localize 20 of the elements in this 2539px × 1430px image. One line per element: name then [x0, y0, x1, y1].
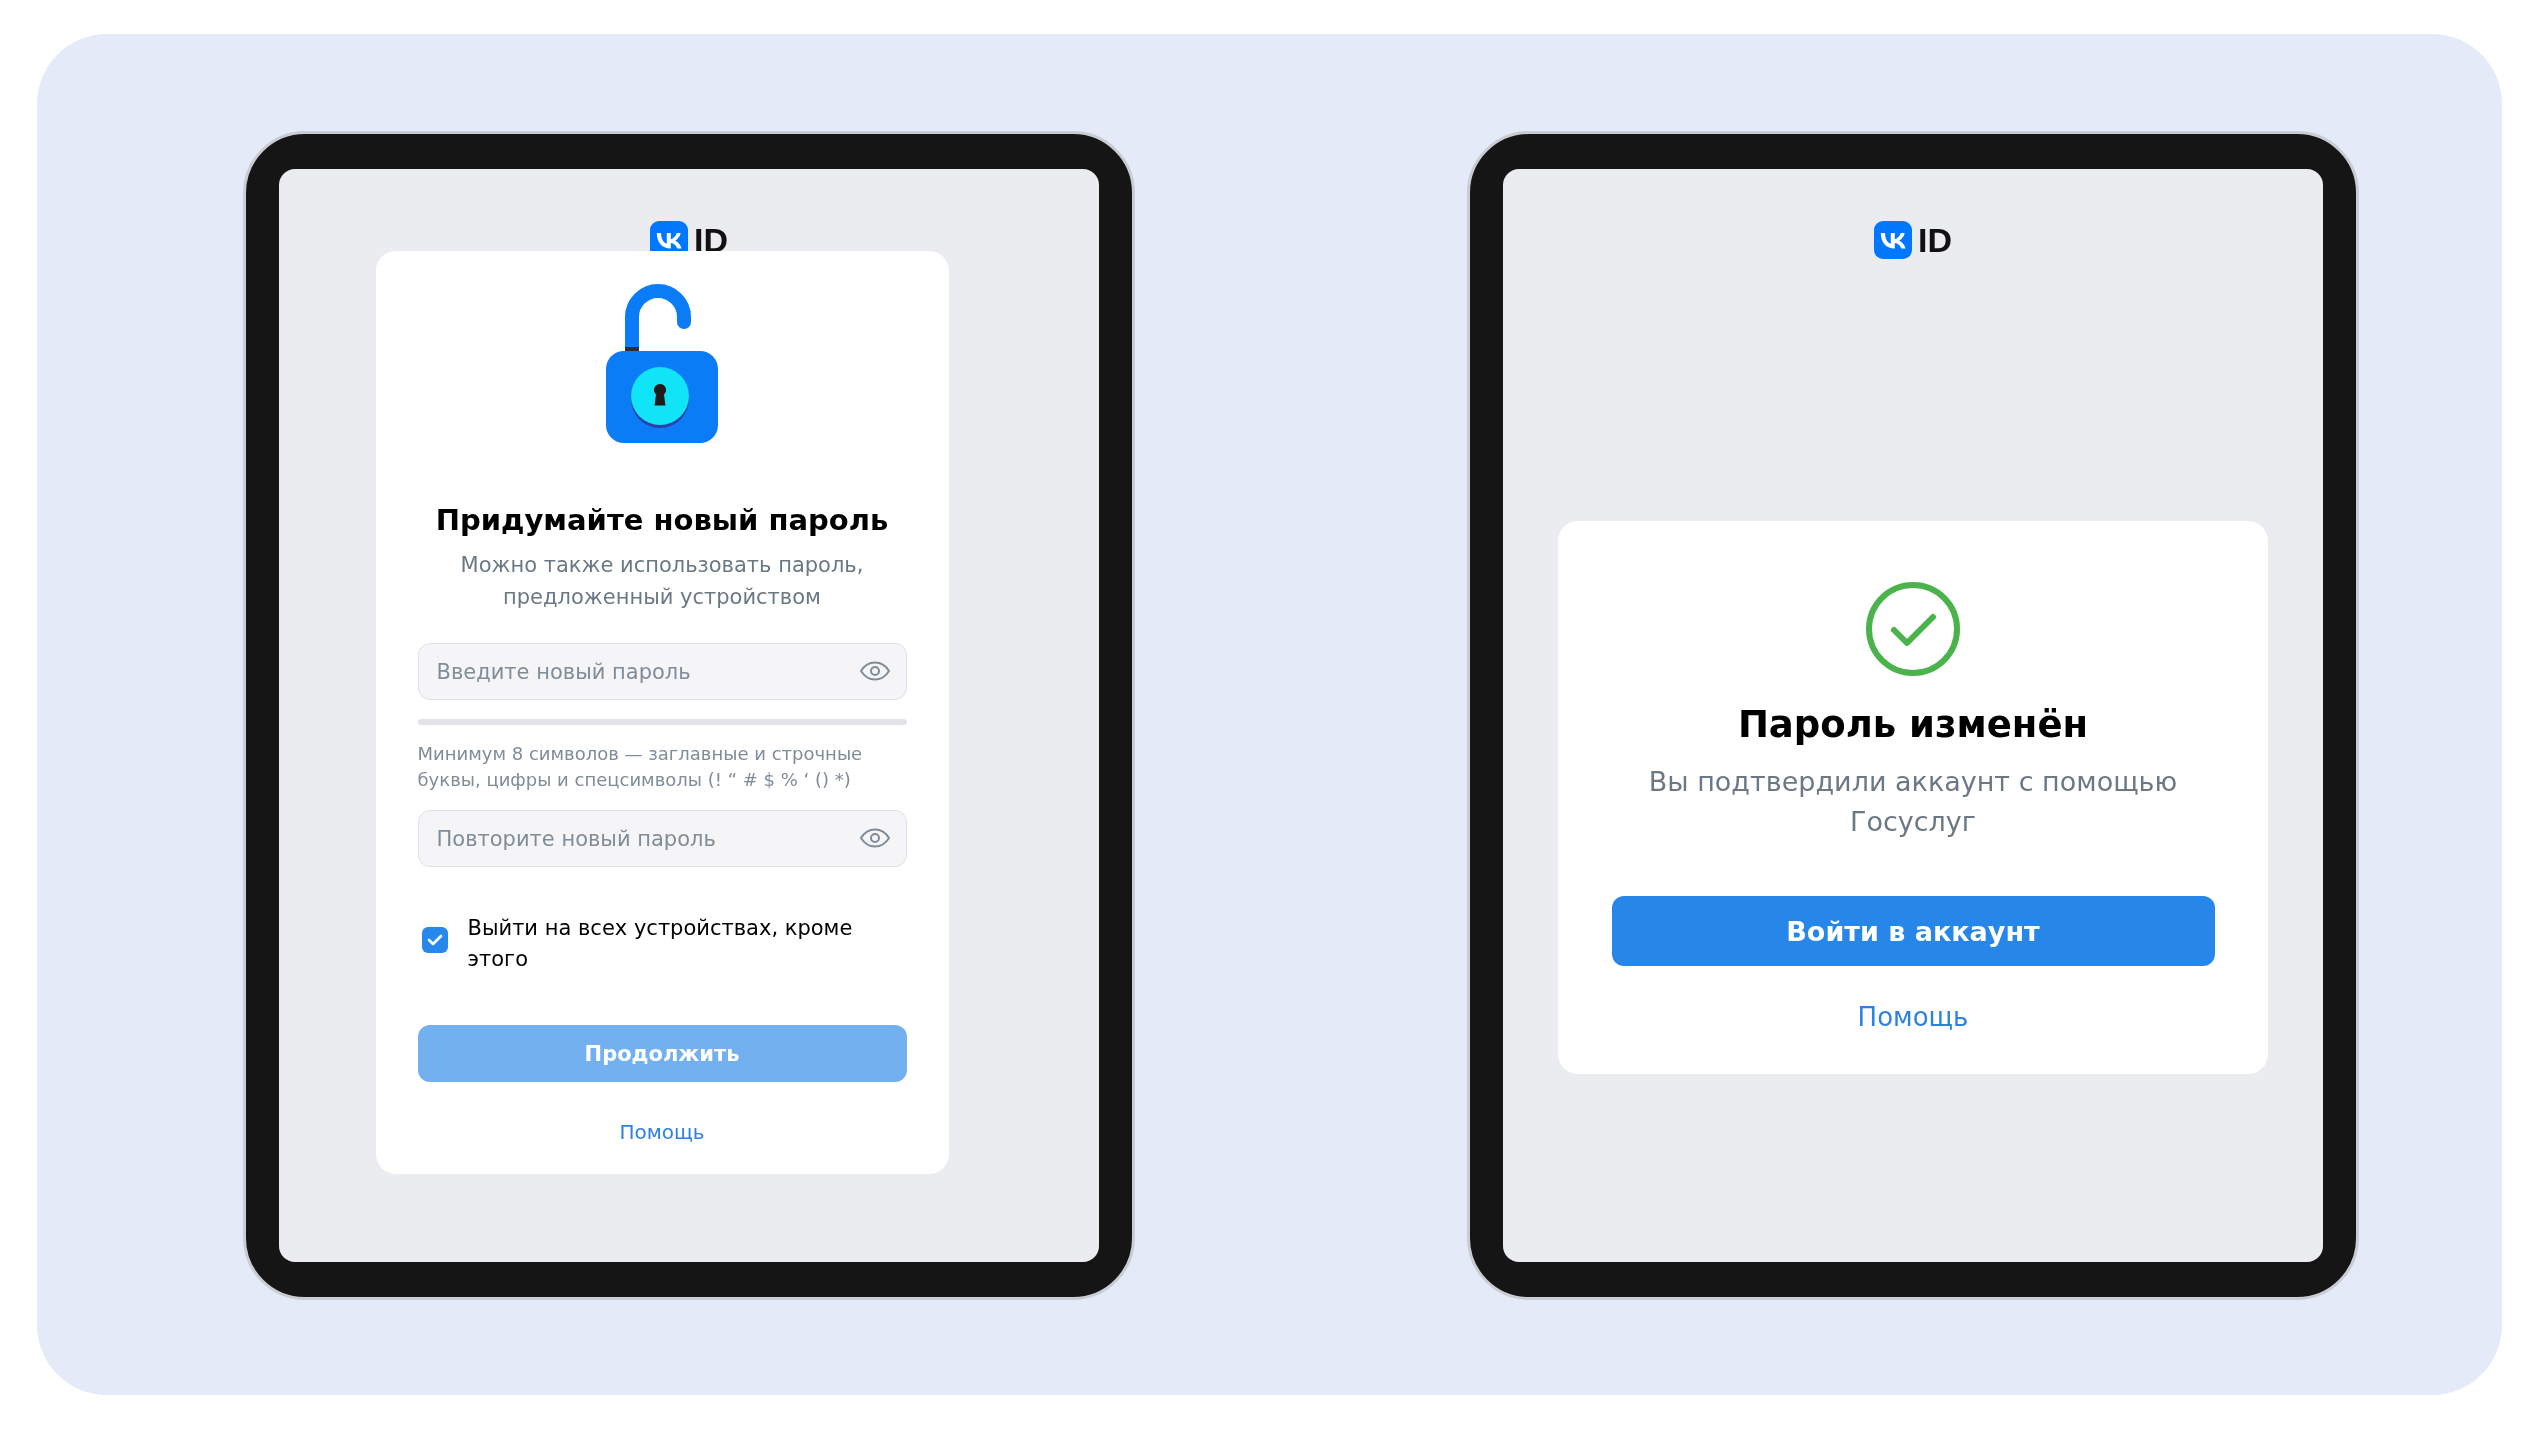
padlock-icon [606, 283, 718, 443]
password-field[interactable]: Введите новый пароль [417, 643, 907, 700]
password-field[interactable]: Повторите новый пароль [417, 810, 907, 867]
eye-icon[interactable] [858, 661, 891, 681]
eye-icon[interactable] [858, 828, 891, 848]
login-button[interactable]: Войти в аккаунт [1611, 896, 2215, 966]
checkbox[interactable] [421, 927, 448, 953]
logo-text: ID [1918, 221, 1952, 259]
help-link[interactable]: Помощь [1857, 1002, 1969, 1032]
checkmark-icon [426, 934, 443, 946]
checkmark-circle-icon [1865, 581, 1961, 677]
logo-icon [1874, 221, 1912, 259]
subtitle: Можно также использовать пароль, предложенный устройством [459, 552, 865, 611]
password-hint: Минимум 8 символов — заглавные и строчные буквы, цифры и спецсимволы (! “ # $ % ‘ () *) [417, 742, 864, 792]
subtitle: Вы подтвердили аккаунт с помощью Госуслуг [1647, 765, 2179, 839]
help-link[interactable]: Помощь [619, 1120, 705, 1144]
title: Пароль изменён [1737, 703, 2089, 746]
title: Придумайте новый пароль [434, 503, 890, 537]
logo-text: ID [694, 221, 728, 259]
checkbox-label[interactable]: Выйти на всех устройствах, кроме этого [467, 913, 907, 975]
